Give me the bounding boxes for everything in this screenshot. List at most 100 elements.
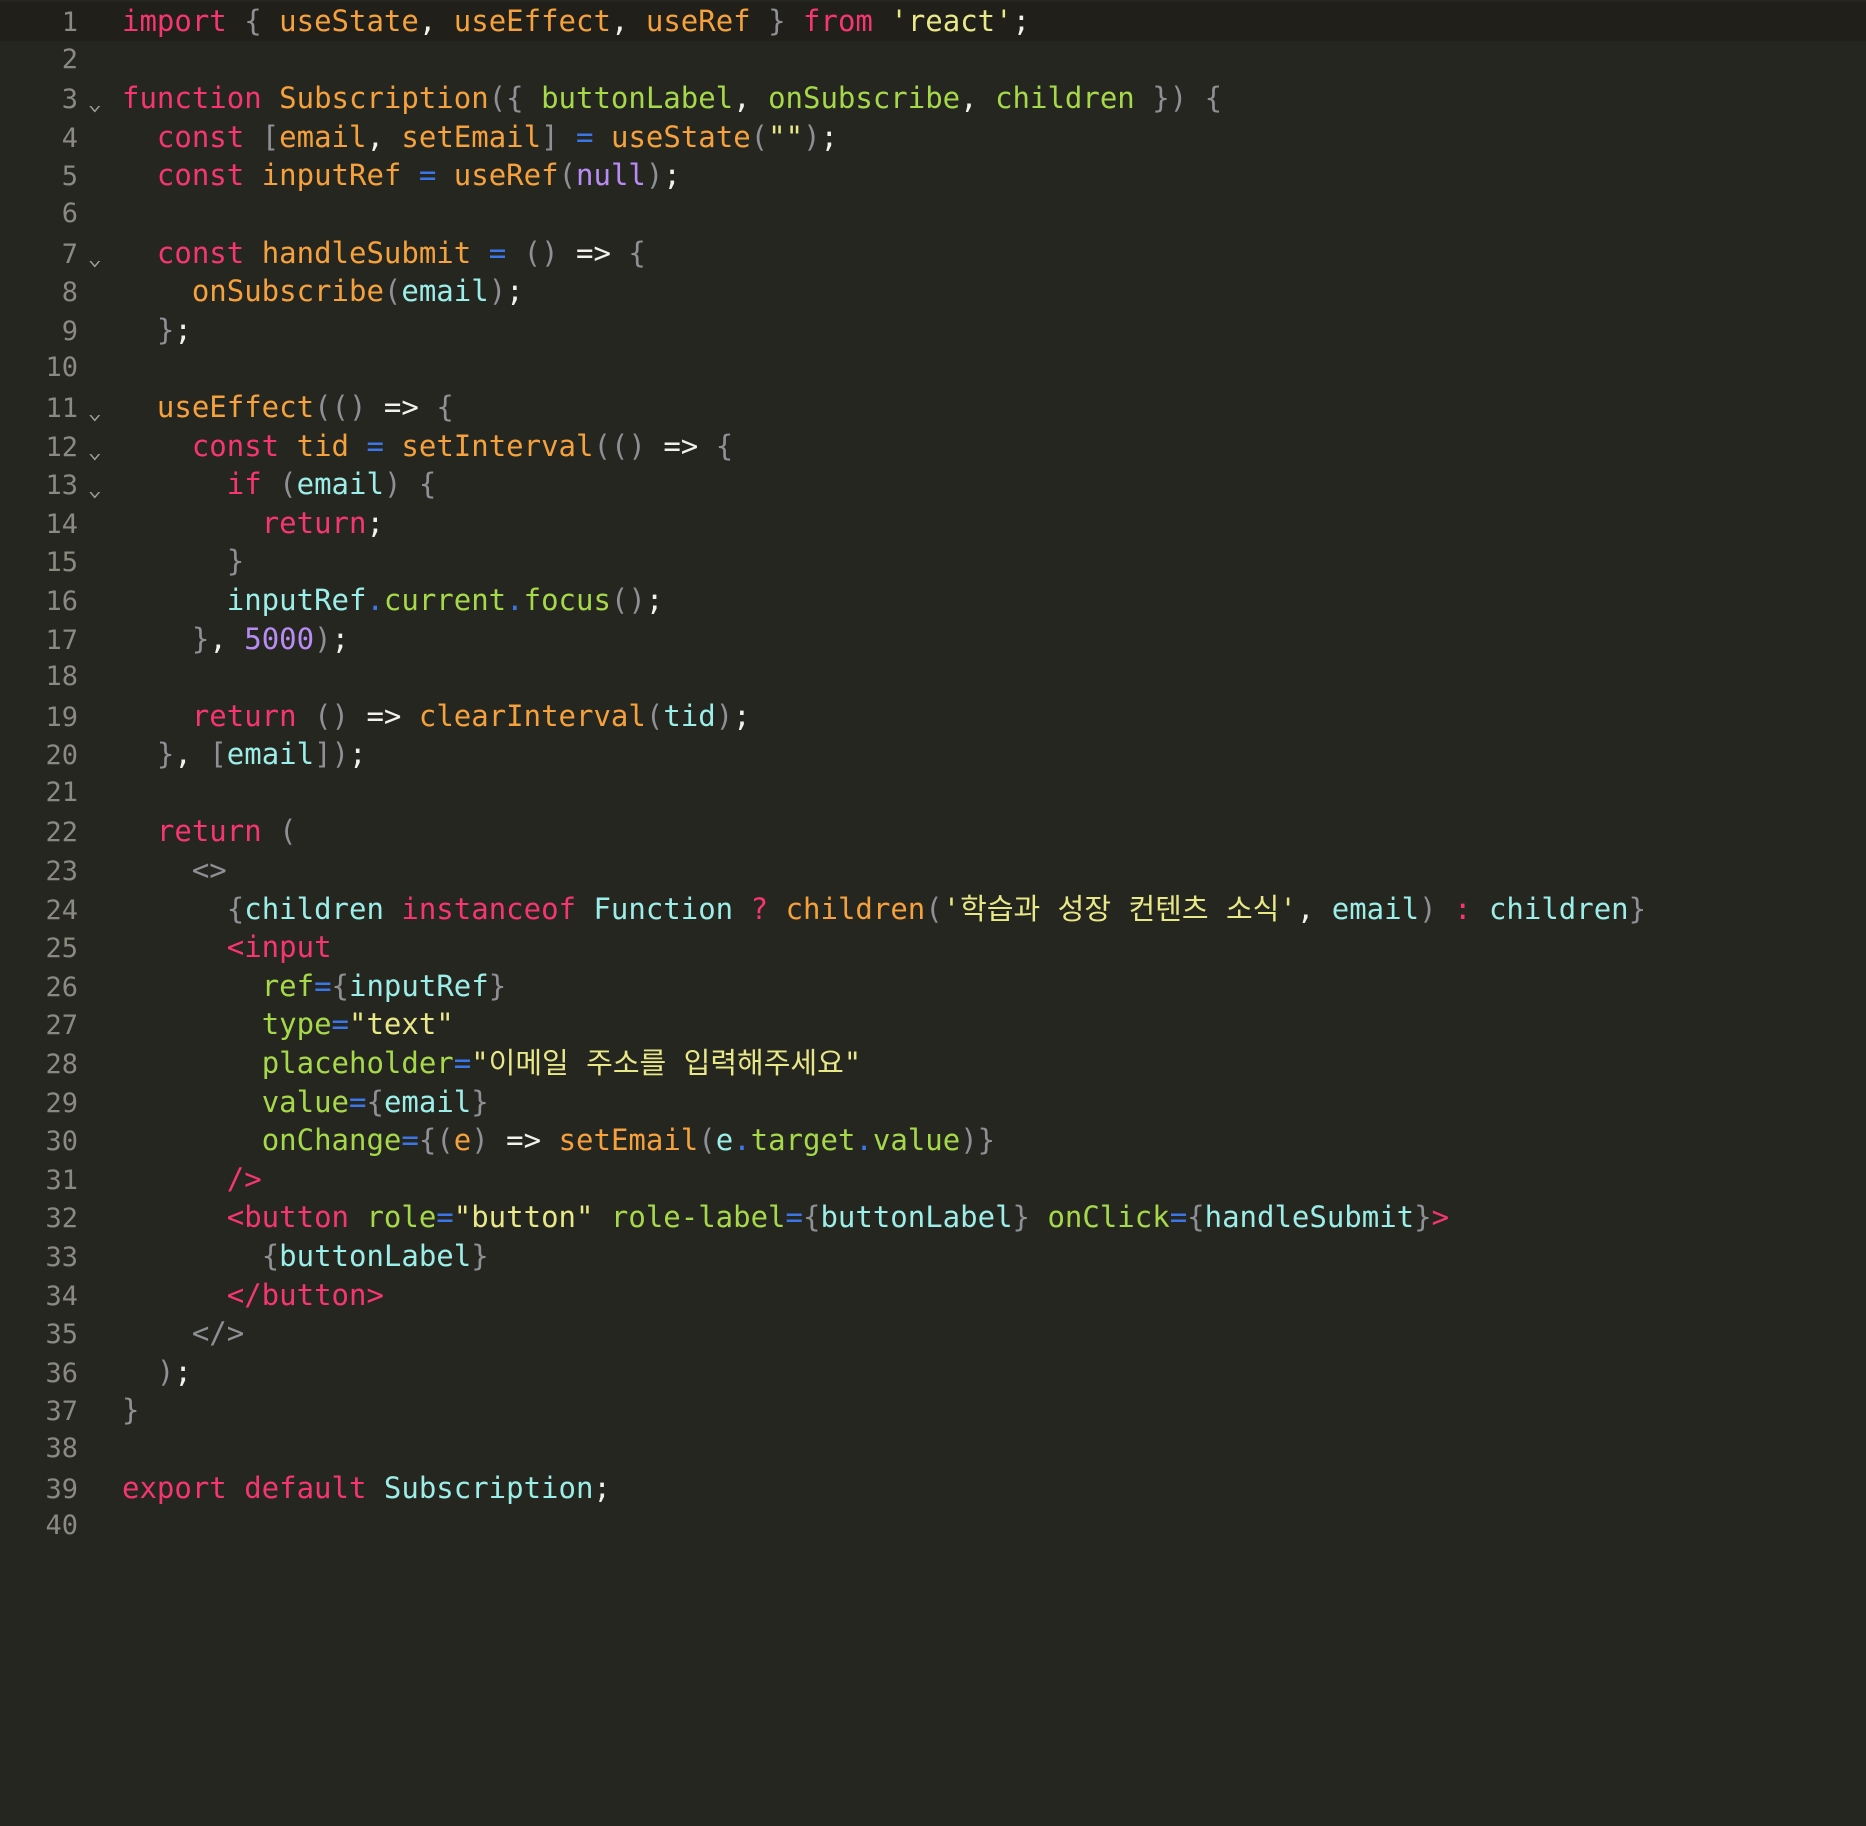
line-content: useEffect(() => {	[156, 389, 454, 424]
line-number: 18	[45, 661, 78, 693]
line-content: const [email, setEmail] = useState("");	[156, 119, 838, 154]
line-content: <button role="button" role-label={button…	[226, 1200, 1450, 1235]
code-line-33[interactable]: 33 {buttonLabel}	[0, 1237, 1866, 1276]
line-number: 37	[45, 1396, 78, 1428]
fold-gutter[interactable]: ⌄	[78, 239, 112, 278]
line-content: const inputRef = useRef(null);	[156, 158, 681, 193]
line-number: 14	[45, 508, 78, 540]
line-number: 28	[45, 1049, 78, 1081]
code-line-40[interactable]: 40	[0, 1507, 1866, 1546]
code-line-35[interactable]: 35 </>	[0, 1314, 1866, 1353]
code-line-3[interactable]: 3 ⌄ function Subscription({ buttonLabel,…	[0, 79, 1866, 118]
fold-gutter[interactable]: ⌄	[78, 470, 112, 509]
line-content: if (email) {	[226, 467, 437, 502]
fold-gutter[interactable]: ⌄	[78, 393, 112, 432]
code-line-36[interactable]: 36 );	[0, 1353, 1866, 1392]
chevron-down-icon[interactable]: ⌄	[88, 442, 102, 462]
line-content: const handleSubmit = () => {	[156, 235, 646, 270]
line-content: };	[156, 312, 192, 347]
code-line-4[interactable]: 4 const [email, setEmail] = useState("")…	[0, 118, 1866, 157]
code-editor[interactable]: 1 import { useState, useEffect, useRef }…	[0, 0, 1866, 1826]
line-number: 22	[45, 817, 78, 849]
code-line-26[interactable]: 26 ref={inputRef}	[0, 967, 1866, 1006]
line-content: {children instanceof Function ? children…	[226, 891, 1647, 926]
code-line-28[interactable]: 28 placeholder="이메일 주소를 입력해주세요"	[0, 1044, 1866, 1083]
line-number: 33	[45, 1242, 78, 1273]
fold-gutter[interactable]: ⌄	[78, 432, 112, 471]
code-line-29[interactable]: 29 value={email}	[0, 1083, 1866, 1122]
code-line-34[interactable]: 34 </button>	[0, 1276, 1866, 1315]
chevron-down-icon[interactable]: ⌄	[88, 403, 102, 423]
line-number: 32	[45, 1203, 78, 1235]
line-number: 38	[45, 1432, 78, 1464]
code-line-39[interactable]: 39 export default Subscription;	[0, 1469, 1866, 1508]
chevron-down-icon[interactable]: ⌄	[88, 249, 102, 269]
code-line-13[interactable]: 13 ⌄ if (email) {	[0, 465, 1866, 504]
code-line-5[interactable]: 5 const inputRef = useRef(null);	[0, 156, 1866, 195]
code-line-11[interactable]: 11 ⌄ useEffect(() => {	[0, 388, 1866, 427]
code-line-25[interactable]: 25 <input	[0, 928, 1866, 967]
code-line-23[interactable]: 23 <>	[0, 851, 1866, 890]
line-content: {buttonLabel}	[261, 1239, 489, 1273]
line-content: />	[226, 1161, 262, 1196]
line-number: 40	[45, 1510, 78, 1542]
line-content: const tid = setInterval(() => {	[191, 428, 734, 463]
code-line-21[interactable]: 21	[0, 774, 1866, 813]
code-line-24[interactable]: 24 {children instanceof Function ? child…	[0, 890, 1866, 929]
code-line-37[interactable]: 37 }	[0, 1391, 1866, 1430]
code-line-2[interactable]: 2	[0, 41, 1866, 80]
code-line-16[interactable]: 16 inputRef.current.focus();	[0, 581, 1866, 620]
code-line-32[interactable]: 32 <button role="button" role-label={but…	[0, 1198, 1866, 1237]
korean-placeholder-string: "이메일 주소를 입력해주세요"	[471, 1046, 862, 1081]
code-line-8[interactable]: 8 onSubscribe(email);	[0, 272, 1866, 311]
code-line-15[interactable]: 15 }	[0, 542, 1866, 581]
line-content: return () => clearInterval(tid);	[191, 698, 751, 733]
code-line-38[interactable]: 38	[0, 1430, 1866, 1469]
code-line-30[interactable]: 30 onChange={(e) => setEmail(e.target.va…	[0, 1121, 1866, 1160]
line-number: 31	[45, 1164, 78, 1196]
line-number: 29	[45, 1087, 78, 1119]
chevron-down-icon[interactable]: ⌄	[88, 95, 102, 114]
line-number: 23	[45, 856, 78, 888]
code-line-31[interactable]: 31 />	[0, 1160, 1866, 1199]
line-number: 2	[61, 43, 78, 75]
fold-gutter[interactable]: ⌄	[78, 84, 112, 123]
line-number: 34	[45, 1280, 78, 1312]
line-content: }	[226, 544, 245, 579]
code-line-17[interactable]: 17 }, 5000);	[0, 620, 1866, 659]
code-line-19[interactable]: 19 return () => clearInterval(tid);	[0, 697, 1866, 736]
code-line-14[interactable]: 14 return;	[0, 504, 1866, 543]
line-content: ref={inputRef}	[261, 968, 507, 1003]
line-content: }, [email]);	[156, 737, 367, 772]
code-line-20[interactable]: 20 }, [email]);	[0, 735, 1866, 774]
line-number: 6	[61, 197, 78, 229]
line-content: return;	[261, 505, 384, 540]
chevron-down-icon[interactable]: ⌄	[88, 481, 102, 500]
line-content: import { useState, useEffect, useRef } f…	[122, 4, 1031, 38]
line-number: 7	[61, 238, 78, 270]
line-number: 11	[45, 392, 78, 424]
line-number: 4	[61, 122, 78, 154]
line-content: value={email}	[261, 1084, 489, 1119]
code-line-9[interactable]: 9 };	[0, 311, 1866, 350]
line-number: 5	[61, 161, 78, 193]
line-number: 39	[45, 1473, 78, 1505]
line-content: inputRef.current.focus();	[226, 582, 664, 617]
line-content: return (	[156, 814, 297, 849]
line-number: 27	[45, 1010, 78, 1042]
code-line-12[interactable]: 12 ⌄ const tid = setInterval(() => {	[0, 427, 1866, 466]
code-line-27[interactable]: 27 type="text"	[0, 1005, 1866, 1044]
line-content: type="text"	[261, 1007, 454, 1042]
line-number: 13	[45, 470, 78, 502]
line-number: 25	[45, 933, 78, 965]
code-line-22[interactable]: 22 return (	[0, 812, 1866, 851]
code-line-6[interactable]: 6	[0, 195, 1866, 234]
code-line-18[interactable]: 18	[0, 658, 1866, 697]
line-number: 9	[61, 315, 78, 347]
code-line-7[interactable]: 7 ⌄ const handleSubmit = () => {	[0, 234, 1866, 273]
code-line-1[interactable]: 1 import { useState, useEffect, useRef }…	[0, 2, 1866, 41]
code-line-10[interactable]: 10	[0, 349, 1866, 388]
line-number: 3	[61, 84, 78, 116]
line-number: 10	[45, 352, 78, 384]
line-content: <>	[191, 853, 227, 888]
